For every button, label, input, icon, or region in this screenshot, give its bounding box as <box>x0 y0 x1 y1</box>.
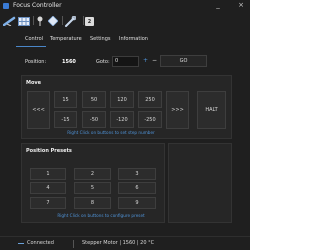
preset-button-4[interactable]: 4 <box>30 182 66 194</box>
step-button-250[interactable]: 250 <box>138 91 162 108</box>
preset-button-8[interactable]: 8 <box>74 197 111 209</box>
window-title: Focus Controller <box>13 2 62 9</box>
move-title: Move <box>26 80 42 86</box>
preset-button-9[interactable]: 9 <box>118 197 156 209</box>
status-separator <box>73 240 74 248</box>
number-badge-label: 2 <box>87 18 92 25</box>
presets-hint: Right Click on buttons to configure pres… <box>57 213 145 218</box>
preset-button-5[interactable]: 5 <box>74 182 111 194</box>
move-hint: Right Click on buttons to set step numbe… <box>67 130 155 135</box>
position-value: 1560 <box>62 59 76 65</box>
preset-button-1[interactable]: 1 <box>30 168 66 180</box>
number-badge[interactable]: 2 <box>85 17 94 26</box>
tab-control[interactable]: Control <box>25 36 43 42</box>
app-icon <box>3 3 9 9</box>
preset-button-7[interactable]: 7 <box>30 197 66 209</box>
step-button-50[interactable]: 50 <box>82 91 106 108</box>
connection-status: Connected <box>27 240 54 246</box>
grid-icon[interactable] <box>17 15 30 27</box>
goto-decrement-button[interactable]: − <box>152 57 157 64</box>
step-button-120[interactable]: 120 <box>110 91 134 108</box>
tab-temperature[interactable]: Temperature <box>50 36 82 42</box>
wrench-icon[interactable] <box>63 15 77 27</box>
diamond-icon[interactable] <box>46 15 59 27</box>
step-button-minus-250[interactable]: -250 <box>138 111 162 128</box>
tab-information[interactable]: Information <box>119 36 148 42</box>
pin-icon[interactable] <box>35 15 45 27</box>
goto-increment-button[interactable]: + <box>143 57 148 64</box>
focus-controller-window: Focus Controller _ × 2 Control Temperatu… <box>0 0 250 250</box>
position-label: Position: <box>25 59 47 65</box>
preset-button-3[interactable]: 3 <box>118 168 156 180</box>
presets-title: Position Presets <box>26 148 72 154</box>
goto-label: Goto: <box>96 59 110 65</box>
step-button-minus-120[interactable]: -120 <box>110 111 134 128</box>
move-right-button[interactable]: >>> <box>166 91 189 129</box>
preset-button-2[interactable]: 2 <box>74 168 111 180</box>
step-button-15[interactable]: 15 <box>54 91 77 108</box>
step-button-minus-15[interactable]: -15 <box>54 111 77 128</box>
tab-settings[interactable]: Settings <box>90 36 111 42</box>
status-info: Stepper Motor | 1560 | 20 °C <box>82 240 155 246</box>
close-button[interactable]: × <box>236 1 246 10</box>
connection-indicator <box>18 243 24 244</box>
move-left-button[interactable]: <<< <box>27 91 50 129</box>
presets-side-panel <box>168 143 232 223</box>
go-button[interactable]: GO <box>160 55 207 67</box>
menu-bar: Control Temperature Settings Information <box>0 35 250 45</box>
halt-button[interactable]: HALT <box>197 91 226 129</box>
toolbar-separator <box>83 16 84 25</box>
toolbar-separator <box>33 16 34 25</box>
minimize-button[interactable]: _ <box>213 1 223 10</box>
toolbar: 2 <box>0 13 250 29</box>
title-bar: Focus Controller _ × <box>0 0 250 12</box>
active-tab-indicator <box>16 46 46 47</box>
telescope-icon[interactable] <box>2 15 16 27</box>
preset-button-6[interactable]: 6 <box>118 182 156 194</box>
status-bar: Connected Stepper Motor | 1560 | 20 °C <box>0 236 250 250</box>
goto-input[interactable]: 0 <box>112 56 139 67</box>
step-button-minus-50[interactable]: -50 <box>82 111 106 128</box>
